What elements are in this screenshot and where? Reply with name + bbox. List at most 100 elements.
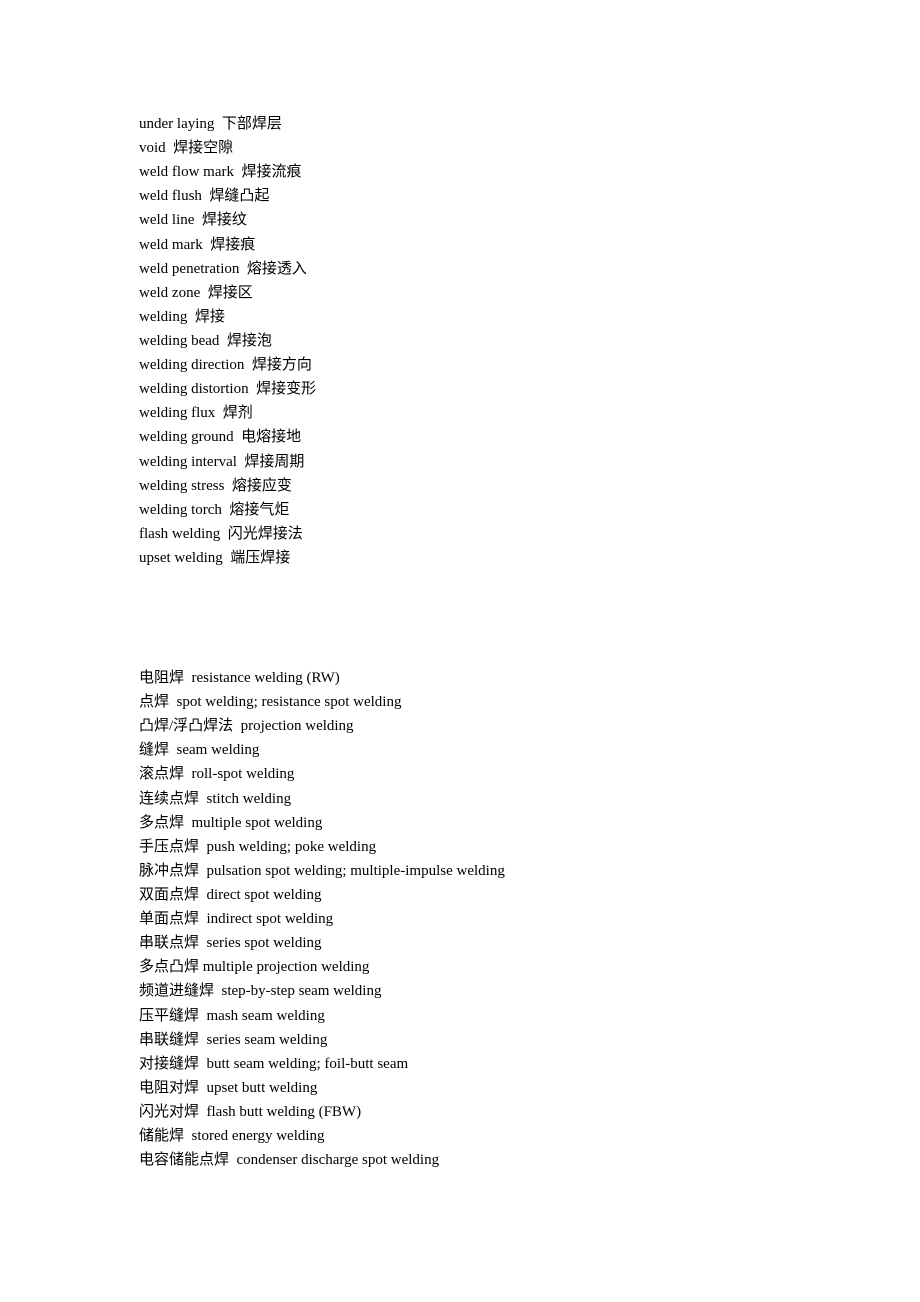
- glossary-term: 脉冲点焊: [139, 862, 200, 879]
- glossary-entry: 频道进缝焊 step-by-step seam welding: [139, 979, 505, 1003]
- glossary-section-english-chinese: under laying 下部焊层 void 焊接空隙 weld flow mark…: [139, 112, 316, 570]
- glossary-entry: 多点凸焊 multiple projection welding: [139, 955, 505, 979]
- glossary-entry: 电容储能点焊 condenser discharge spot welding: [139, 1148, 505, 1172]
- glossary-entry: 滚点焊 roll-spot welding: [139, 762, 505, 786]
- term-separator: [234, 429, 242, 445]
- glossary-translation: roll-spot welding: [191, 766, 295, 783]
- glossary-translation: condenser discharge spot welding: [236, 1152, 440, 1169]
- term-separator: [220, 526, 228, 542]
- glossary-entry: upset welding 端压焊接: [139, 546, 316, 570]
- glossary-entry: welding bead 焊接泡: [139, 329, 316, 353]
- term-separator: [215, 405, 223, 421]
- glossary-term: welding ground: [139, 429, 234, 446]
- glossary-term: 多点焊: [139, 814, 185, 831]
- glossary-translation: 焊接空隙: [173, 140, 234, 157]
- term-separator: [199, 791, 207, 807]
- glossary-term: weld line: [139, 212, 195, 229]
- glossary-translation: butt seam welding; foil-butt seam: [206, 1055, 409, 1072]
- glossary-term: welding torch: [139, 501, 222, 518]
- glossary-term: weld flush: [139, 188, 202, 205]
- glossary-entry: 单面点焊 indirect spot welding: [139, 907, 505, 931]
- term-separator: [199, 911, 207, 927]
- term-separator: [229, 1152, 237, 1168]
- glossary-term: void: [139, 140, 166, 157]
- glossary-term: welding stress: [139, 477, 225, 494]
- term-separator: [199, 839, 207, 855]
- glossary-entry: 电阻对焊 upset butt welding: [139, 1076, 505, 1100]
- glossary-translation: series spot welding: [206, 935, 322, 952]
- term-separator: [199, 863, 207, 879]
- glossary-entry: 缝焊 seam welding: [139, 738, 505, 762]
- glossary-translation: 下部焊层: [221, 116, 282, 132]
- glossary-translation: 焊接变形: [256, 381, 317, 398]
- glossary-entry: welding flux 焊剂: [139, 401, 316, 425]
- glossary-translation: multiple projection welding: [202, 959, 370, 976]
- document-page: under laying 下部焊层 void 焊接空隙 weld flow mark…: [0, 0, 920, 1302]
- glossary-entry: 双面点焊 direct spot welding: [139, 883, 505, 907]
- glossary-entry: weld flush 焊缝凸起: [139, 184, 316, 208]
- glossary-term: welding bead: [139, 332, 220, 349]
- glossary-translation: 焊剂: [222, 405, 253, 422]
- glossary-translation: pulsation spot welding; multiple-impulse…: [206, 862, 505, 879]
- glossary-term: 单面点焊: [139, 911, 200, 928]
- term-separator: [224, 478, 232, 494]
- term-separator: [249, 381, 257, 397]
- glossary-entry: 连续点焊 stitch welding: [139, 787, 505, 811]
- glossary-translation: 熔接透入: [246, 260, 307, 277]
- glossary-term: welding interval: [139, 453, 237, 470]
- glossary-entry: weld zone 焊接区: [139, 281, 316, 305]
- glossary-translation: 熔接应变: [231, 477, 292, 494]
- glossary-term: upset welding: [139, 549, 223, 566]
- glossary-term: 压平缝焊: [139, 1007, 200, 1024]
- term-separator: [199, 887, 207, 903]
- glossary-translation: upset butt welding: [206, 1079, 318, 1096]
- term-separator: [199, 1032, 207, 1048]
- glossary-term: 多点凸焊: [139, 959, 200, 976]
- glossary-term: under laying: [139, 116, 215, 132]
- glossary-entry: 凸焊/浮凸焊法 projection welding: [139, 714, 505, 738]
- glossary-translation: 焊接方向: [251, 357, 312, 374]
- glossary-translation: 焊接: [194, 308, 225, 325]
- glossary-term: 缝焊: [139, 742, 170, 759]
- glossary-term: 储能焊: [139, 1128, 185, 1145]
- glossary-term: 手压点焊: [139, 838, 200, 855]
- glossary-term: 对接缝焊: [139, 1055, 200, 1072]
- glossary-term: welding distortion: [139, 381, 249, 398]
- glossary-entry: 点焊 spot welding; resistance spot welding: [139, 690, 505, 714]
- glossary-term: welding: [139, 308, 188, 325]
- glossary-translation: flash butt welding (FBW): [206, 1103, 362, 1120]
- term-separator: [219, 333, 227, 349]
- term-separator: [169, 694, 177, 710]
- glossary-entry: void 焊接空隙: [139, 136, 316, 160]
- glossary-term: 连续点焊: [139, 790, 200, 807]
- glossary-entry: 储能焊 stored energy welding: [139, 1124, 505, 1148]
- glossary-term: 滚点焊: [139, 766, 185, 783]
- term-separator: [184, 670, 192, 686]
- term-separator: [169, 742, 177, 758]
- glossary-translation: 焊接纹: [201, 212, 247, 229]
- glossary-term: 闪光对焊: [139, 1103, 200, 1120]
- glossary-translation: stitch welding: [206, 790, 292, 807]
- glossary-translation: stored energy welding: [191, 1128, 325, 1145]
- glossary-translation: 电熔接地: [241, 429, 302, 446]
- term-separator: [184, 815, 192, 831]
- glossary-term: 电阻焊: [139, 670, 185, 686]
- glossary-term: weld flow mark: [139, 164, 234, 181]
- glossary-translation: 端压焊接: [230, 549, 291, 566]
- term-separator: [214, 116, 222, 132]
- glossary-entry: weld line 焊接纹: [139, 208, 316, 232]
- glossary-entry: welding ground 电熔接地: [139, 425, 316, 449]
- glossary-entry: welding direction 焊接方向: [139, 353, 316, 377]
- glossary-translation: resistance welding (RW): [191, 670, 340, 686]
- term-separator: [184, 766, 192, 782]
- glossary-translation: mash seam welding: [206, 1007, 325, 1024]
- glossary-translation: 焊缝凸起: [209, 188, 270, 205]
- glossary-entry: 闪光对焊 flash butt welding (FBW): [139, 1100, 505, 1124]
- glossary-translation: 焊接区: [207, 284, 253, 301]
- glossary-term: 点焊: [139, 694, 170, 711]
- term-separator: [233, 718, 241, 734]
- glossary-translation: indirect spot welding: [206, 911, 334, 928]
- glossary-translation: projection welding: [240, 718, 354, 735]
- glossary-term: 电阻对焊: [139, 1079, 200, 1096]
- glossary-entry: 对接缝焊 butt seam welding; foil-butt seam: [139, 1052, 505, 1076]
